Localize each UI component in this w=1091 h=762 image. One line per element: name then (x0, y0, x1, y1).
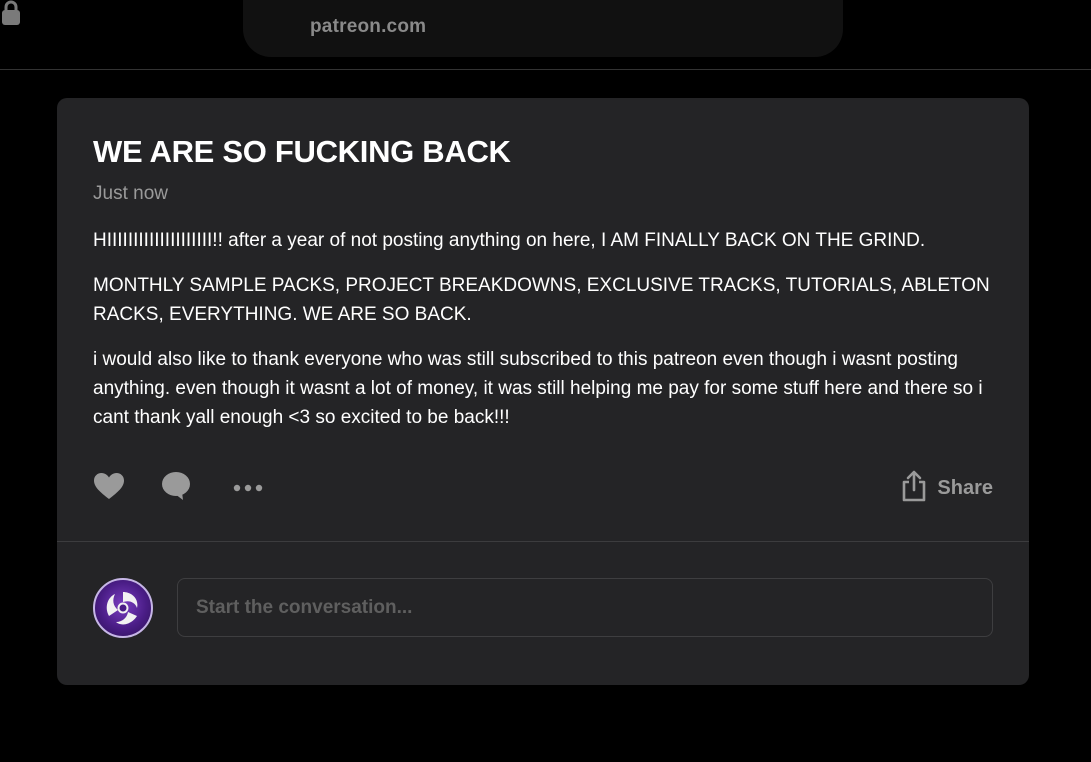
heart-icon (93, 472, 125, 505)
share-button[interactable]: Share (901, 468, 993, 508)
more-options-button[interactable] (233, 468, 263, 508)
post-timestamp[interactable]: Just now (93, 183, 168, 205)
post-body: HIIIIIIIIIIIIIIIIIIII!! after a year of … (93, 226, 1003, 448)
comment-bubble-icon (161, 471, 191, 506)
share-upload-icon (901, 470, 927, 507)
post-actions: Share (93, 468, 993, 508)
post-title[interactable]: WE ARE SO FUCKING BACK (93, 134, 511, 170)
like-button[interactable] (93, 468, 125, 508)
post-card: WE ARE SO FUCKING BACK Just now HIIIIIII… (57, 98, 1029, 685)
lock-icon (0, 0, 22, 30)
post-paragraph: MONTHLY SAMPLE PACKS, PROJECT BREAKDOWNS… (93, 275, 990, 325)
url-text[interactable]: patreon.com (310, 16, 426, 38)
user-avatar[interactable] (93, 578, 153, 638)
share-label: Share (937, 476, 993, 499)
comment-button[interactable] (161, 468, 191, 508)
post-paragraph: i would also like to thank everyone who … (93, 349, 983, 428)
comment-input[interactable] (177, 578, 993, 637)
browser-top-bar: patreon.com (0, 0, 1091, 70)
comments-divider (57, 541, 1029, 542)
post-paragraph: HIIIIIIIIIIIIIIIIIIII!! after a year of … (93, 230, 926, 251)
more-horizontal-icon (233, 479, 263, 497)
